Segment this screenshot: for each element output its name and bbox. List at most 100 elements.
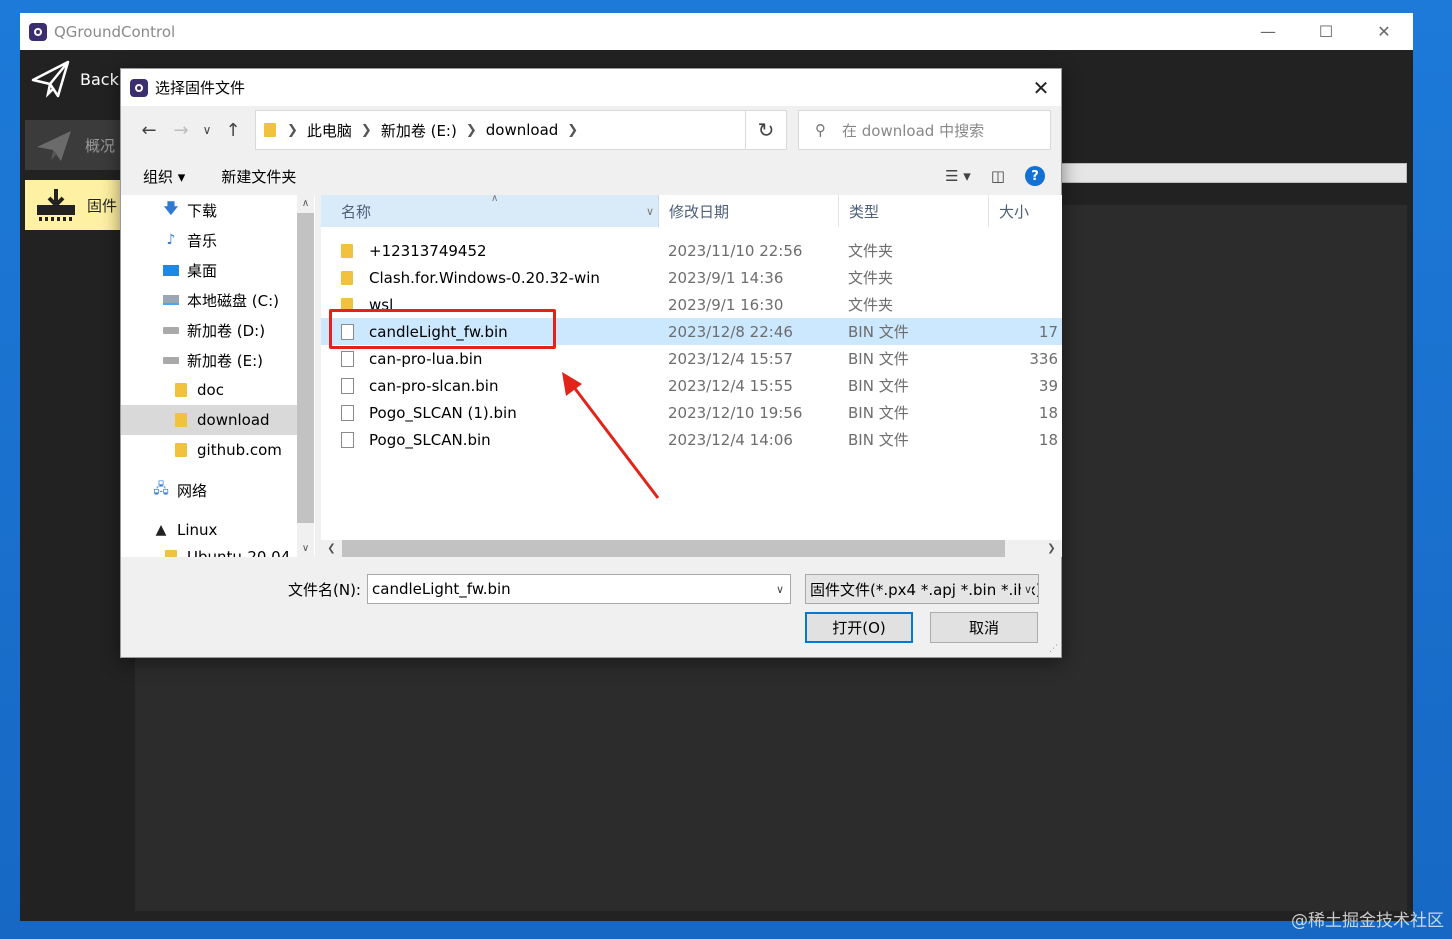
folder-icon [341, 243, 367, 258]
column-header-row: 名称 ∧ ∨ 修改日期 类型 大小 [321, 195, 1062, 227]
up-arrow-icon[interactable]: ↑ [217, 114, 249, 146]
file-date: 2023/12/8 22:46 [668, 322, 793, 341]
breadcrumb-separator: ❯ [360, 122, 372, 138]
maximize-icon[interactable]: ☐ [1297, 13, 1355, 50]
paper-plane-icon [37, 131, 71, 161]
nav-item[interactable]: 本地磁盘 (C:) [121, 285, 297, 315]
resize-grip-icon[interactable]: ⋰ [1049, 644, 1058, 654]
forward-arrow-icon[interactable]: → [165, 114, 197, 146]
app-title: QGroundControl [54, 22, 176, 41]
file-row[interactable]: can-pro-lua.bin 2023/12/4 15:57 BIN 文件 336 [321, 345, 1062, 372]
file-icon [341, 404, 367, 421]
breadcrumb-separator: ❯ [567, 122, 579, 138]
scroll-up-icon[interactable]: ∧ [297, 195, 314, 212]
breadcrumb-drive-e[interactable]: 新加卷 (E:) [381, 120, 457, 141]
view-options-icon[interactable]: ☰ ▾ [945, 167, 971, 185]
file-size: 17 [1038, 322, 1058, 341]
dialog-titlebar: 选择固件文件 ✕ [121, 69, 1061, 106]
nav-item[interactable]: 🖧 网络 [121, 475, 297, 505]
nav-item-label: Ubuntu-20.04 [187, 548, 291, 557]
drive-icon [161, 326, 181, 334]
scrollbar-thumb[interactable] [342, 540, 1005, 557]
file-date: 2023/12/4 15:55 [668, 376, 793, 395]
back-arrow-icon[interactable]: ← [133, 114, 165, 146]
file-date: 2023/11/10 22:56 [668, 241, 803, 260]
nav-item[interactable]: ▲ Linux [121, 515, 297, 545]
file-name: +12313749452 [369, 241, 487, 260]
file-row[interactable]: Pogo_SLCAN.bin 2023/12/4 14:06 BIN 文件 18 [321, 426, 1062, 453]
nav-item[interactable]: github.com [121, 435, 297, 465]
scroll-down-icon[interactable]: ∨ [297, 540, 314, 557]
help-icon[interactable]: ? [1025, 166, 1045, 186]
address-bar[interactable]: ❯ 此电脑 ❯ 新加卷 (E:) ❯ download ❯ ∨ [255, 110, 771, 150]
nav-item-label: download [197, 411, 270, 429]
folder-icon [171, 383, 191, 397]
search-input[interactable]: ⚲ 在 download 中搜索 [798, 110, 1051, 150]
preview-pane-icon[interactable]: ◫ [991, 167, 1005, 185]
file-name-cell: +12313749452 [341, 242, 487, 260]
nav-item[interactable]: 🡇 下载 [121, 195, 297, 225]
minimize-icon[interactable]: — [1239, 13, 1297, 50]
nav-item[interactable]: 新加卷 (D:) [121, 315, 297, 345]
file-size: 18 [1038, 430, 1058, 449]
file-name: Pogo_SLCAN (1).bin [369, 403, 517, 422]
folder-icon [161, 550, 181, 557]
refresh-icon[interactable]: ↻ [745, 110, 787, 150]
recent-locations-chevron-icon[interactable]: ∨ [197, 114, 217, 146]
scrollbar-thumb[interactable] [297, 213, 314, 523]
file-type-select[interactable]: 固件文件(*.px4 *.apj *.bin *.ihx) ∨ [805, 574, 1039, 604]
file-name-cell: can-pro-lua.bin [341, 350, 482, 368]
column-header-date[interactable]: 修改日期 [659, 195, 839, 227]
file-name-cell: can-pro-slcan.bin [341, 377, 498, 395]
breadcrumb-download[interactable]: download [486, 121, 559, 139]
file-row[interactable]: Pogo_SLCAN (1).bin 2023/12/10 19:56 BIN 文件… [321, 399, 1062, 426]
cancel-button[interactable]: 取消 [930, 612, 1038, 643]
nav-item[interactable]: 桌面 [121, 255, 297, 285]
file-date: 2023/12/4 14:06 [668, 430, 793, 449]
download-firmware-icon [37, 189, 75, 221]
file-icon [341, 431, 367, 448]
annotation-arrow [562, 372, 660, 499]
new-folder-button[interactable]: 新建文件夹 [221, 166, 296, 187]
file-name-cell: Clash.for.Windows-0.20.32-win [341, 269, 600, 287]
organize-menu[interactable]: 组织 ▾ [143, 166, 185, 187]
horizontal-scrollbar[interactable]: ❮ ❯ [321, 540, 1062, 557]
filename-input[interactable]: candleLight_fw.bin ∨ [367, 574, 791, 604]
close-icon[interactable]: ✕ [1021, 69, 1061, 106]
breadcrumb-this-pc[interactable]: 此电脑 [307, 120, 352, 141]
nav-item-label: 本地磁盘 (C:) [187, 291, 279, 310]
nav-item[interactable]: 新加卷 (E:) [121, 345, 297, 375]
sidebar-item-label: 固件 [87, 196, 118, 215]
nav-item[interactable]: download [121, 405, 297, 435]
nav-item[interactable]: ♪ 音乐 [121, 225, 297, 255]
drive-icon [161, 356, 181, 364]
column-header-type[interactable]: 类型 [839, 195, 989, 227]
back-label: Back [80, 69, 119, 89]
folder-icon [264, 123, 276, 137]
back-button[interactable]: Back [30, 58, 119, 100]
open-button[interactable]: 打开(O) [805, 612, 913, 643]
network-icon: 🖧 [153, 481, 169, 497]
nav-item[interactable]: doc [121, 375, 297, 405]
file-name-cell: Pogo_SLCAN (1).bin [341, 404, 517, 422]
chevron-down-icon[interactable]: ∨ [646, 205, 654, 218]
folder-icon [341, 270, 367, 285]
file-row[interactable]: can-pro-slcan.bin 2023/12/4 15:55 BIN 文件 39 [321, 372, 1062, 399]
file-row[interactable]: +12313749452 2023/11/10 22:56 文件夹 [321, 237, 1062, 264]
column-header-name[interactable]: 名称 ∧ ∨ [321, 195, 659, 227]
file-row[interactable]: Clash.for.Windows-0.20.32-win 2023/9/1 14… [321, 264, 1062, 291]
sidebar-item-firmware[interactable]: 固件 [25, 180, 120, 230]
nav-item[interactable]: Ubuntu-20.04 [121, 542, 297, 557]
file-date: 2023/9/1 16:30 [668, 295, 784, 314]
scroll-left-icon[interactable]: ❮ [323, 540, 340, 557]
scroll-right-icon[interactable]: ❯ [1043, 540, 1060, 557]
sidebar-item-overview[interactable]: 概况 [25, 120, 120, 170]
command-bar: 组织 ▾ 新建文件夹 ☰ ▾ ◫ ? [121, 161, 1061, 191]
window-controls: — ☐ ✕ [1239, 13, 1413, 50]
download-arrow-icon: 🡇 [163, 201, 179, 217]
column-header-size[interactable]: 大小 [989, 195, 1062, 227]
chevron-down-icon[interactable]: ∨ [776, 583, 784, 596]
file-name: can-pro-lua.bin [369, 349, 483, 368]
file-icon [341, 377, 367, 394]
close-window-icon[interactable]: ✕ [1355, 13, 1413, 50]
